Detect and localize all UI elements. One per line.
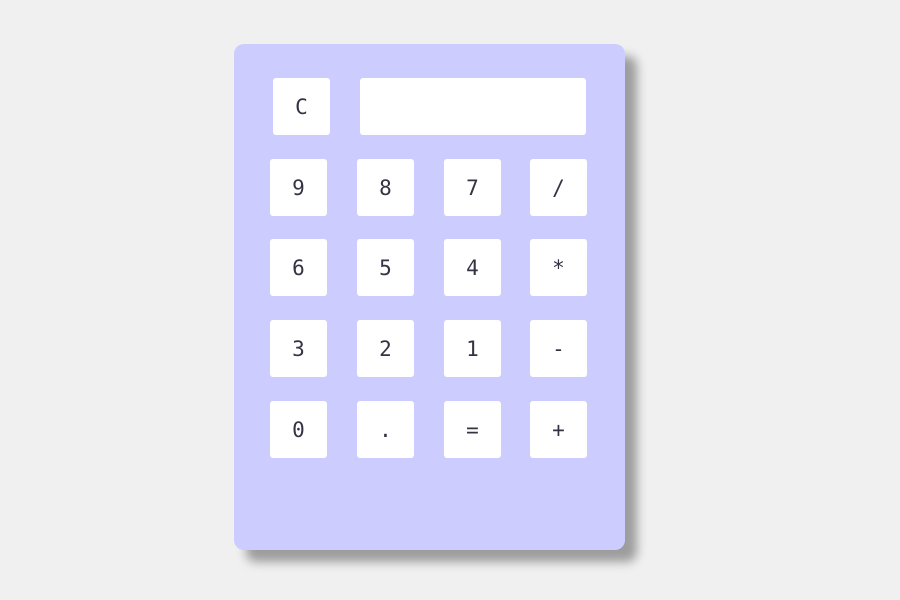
key-5-button[interactable]: 5: [357, 239, 414, 296]
key-3-button[interactable]: 3: [270, 320, 327, 377]
subtract-button[interactable]: -: [530, 320, 587, 377]
key-9-button[interactable]: 9: [270, 159, 327, 216]
multiply-button[interactable]: *: [530, 239, 587, 296]
calculator-display: [360, 78, 586, 135]
equals-button[interactable]: =: [444, 401, 501, 458]
key-2-button[interactable]: 2: [357, 320, 414, 377]
key-1-button[interactable]: 1: [444, 320, 501, 377]
add-button[interactable]: +: [530, 401, 587, 458]
decimal-button[interactable]: .: [357, 401, 414, 458]
key-4-button[interactable]: 4: [444, 239, 501, 296]
key-7-button[interactable]: 7: [444, 159, 501, 216]
divide-button[interactable]: /: [530, 159, 587, 216]
calculator-body: C 9 8 7 / 6 5 4 * 3 2 1 - 0 . = +: [234, 44, 625, 550]
key-0-button[interactable]: 0: [270, 401, 327, 458]
key-6-button[interactable]: 6: [270, 239, 327, 296]
clear-button[interactable]: C: [273, 78, 330, 135]
key-8-button[interactable]: 8: [357, 159, 414, 216]
